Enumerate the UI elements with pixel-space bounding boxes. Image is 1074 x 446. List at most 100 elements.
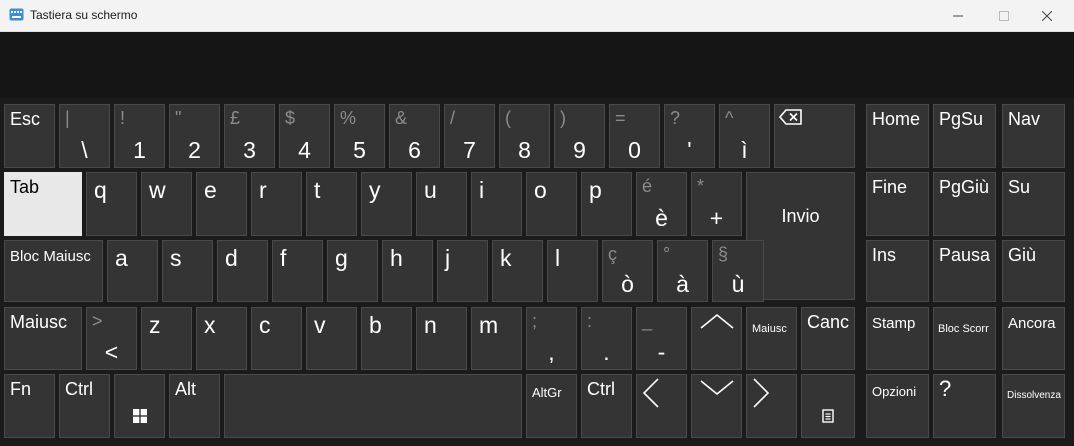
key-minus[interactable]: _ - [636, 307, 687, 370]
key-f[interactable]: f [272, 240, 323, 302]
maximize-button[interactable] [981, 0, 1027, 31]
key-v[interactable]: v [306, 307, 357, 370]
key-altgr[interactable]: AltGr [526, 374, 577, 438]
key-8[interactable]: ( 8 [499, 104, 550, 168]
key-tab[interactable]: Tab [4, 172, 82, 236]
key-9[interactable]: ) 9 [554, 104, 605, 168]
key-caps-lock[interactable]: Bloc Maiusc [4, 240, 103, 302]
key-s[interactable]: s [162, 240, 213, 302]
key-apostrophe[interactable]: ? ' [664, 104, 715, 168]
key-i-grave[interactable]: ^ ì [719, 104, 770, 168]
key-main-label: < [104, 339, 119, 365]
key-a[interactable]: a [107, 240, 158, 302]
key-6[interactable]: & 6 [389, 104, 440, 168]
key-nav-up[interactable]: Su [1002, 172, 1065, 236]
key-1[interactable]: ! 1 [114, 104, 165, 168]
key-2[interactable]: " 2 [169, 104, 220, 168]
key-main-label: , [548, 339, 555, 365]
key-k[interactable]: k [492, 240, 543, 302]
key-c[interactable]: c [251, 307, 302, 370]
key-e[interactable]: e [196, 172, 247, 236]
key-z[interactable]: z [141, 307, 192, 370]
key-period[interactable]: : . [581, 307, 632, 370]
close-icon [1042, 10, 1052, 21]
key-left-shift[interactable]: Maiusc [4, 307, 82, 370]
key-esc[interactable]: Esc [4, 104, 55, 168]
key-less-than[interactable]: > < [86, 307, 137, 370]
key-o-grave[interactable]: ç ò [602, 240, 653, 302]
key-label: r [259, 177, 267, 203]
key-left-ctrl[interactable]: Ctrl [59, 374, 110, 438]
close-button[interactable] [1024, 0, 1070, 31]
key-u-grave[interactable]: § ù [712, 240, 764, 302]
key-5[interactable]: % 5 [334, 104, 385, 168]
key-t[interactable]: t [306, 172, 357, 236]
key-label: z [149, 312, 161, 338]
key-pause[interactable]: Pausa [933, 240, 996, 302]
key-g[interactable]: g [327, 240, 378, 302]
key-shift-label: ° [663, 244, 671, 264]
key-right-ctrl[interactable]: Ctrl [581, 374, 632, 438]
key-end[interactable]: Fine [866, 172, 929, 236]
key-options[interactable]: Opzioni [866, 374, 929, 438]
key-right-shift[interactable]: Maiusc [746, 307, 797, 370]
key-windows[interactable] [114, 374, 165, 438]
key-p[interactable]: p [581, 172, 632, 236]
key-page-down[interactable]: PgGiù [933, 172, 996, 236]
key-b[interactable]: b [361, 307, 412, 370]
key-shift-label: ? [670, 108, 681, 128]
key-0[interactable]: = 0 [609, 104, 660, 168]
key-arrow-up[interactable] [691, 307, 742, 370]
key-page-up[interactable]: PgSu [933, 104, 996, 168]
key-plus[interactable]: * + [691, 172, 742, 236]
key-label: g [335, 245, 348, 271]
key-alt[interactable]: Alt [169, 374, 220, 438]
key-help[interactable]: ? [933, 374, 996, 438]
key-backslash[interactable]: | \ [59, 104, 110, 168]
key-print-screen[interactable]: Stamp [866, 307, 929, 370]
minimize-button[interactable] [935, 0, 981, 31]
key-label: Canc [807, 312, 850, 332]
key-space[interactable] [224, 374, 522, 438]
key-w[interactable]: w [141, 172, 192, 236]
key-context-menu[interactable] [801, 374, 855, 438]
key-7[interactable]: / 7 [444, 104, 495, 168]
key-x[interactable]: x [196, 307, 247, 370]
key-3[interactable]: £ 3 [224, 104, 275, 168]
key-e-grave[interactable]: é è [636, 172, 687, 236]
key-backspace[interactable] [774, 104, 855, 168]
key-home[interactable]: Home [866, 104, 929, 168]
key-r[interactable]: r [251, 172, 302, 236]
key-m[interactable]: m [471, 307, 522, 370]
key-fn[interactable]: Fn [4, 374, 55, 438]
key-scroll-lock[interactable]: Bloc Scorr [933, 307, 996, 370]
key-o[interactable]: o [526, 172, 577, 236]
key-main-label: 7 [463, 137, 476, 163]
key-label: Ins [872, 245, 897, 265]
key-arrow-right[interactable] [746, 374, 797, 438]
key-canc[interactable]: Canc [801, 307, 855, 370]
key-nav[interactable]: Nav [1002, 104, 1065, 168]
key-arrow-down[interactable] [691, 374, 742, 438]
key-comma[interactable]: ; , [526, 307, 577, 370]
key-label: Nav [1008, 109, 1041, 129]
key-l[interactable]: l [547, 240, 598, 302]
key-insert[interactable]: Ins [866, 240, 929, 302]
key-fade[interactable]: Dissolvenza [1002, 374, 1065, 438]
key-shift-label: ^ [725, 108, 734, 128]
key-u[interactable]: u [416, 172, 467, 236]
key-h[interactable]: h [382, 240, 433, 302]
key-i[interactable]: i [471, 172, 522, 236]
key-4[interactable]: $ 4 [279, 104, 330, 168]
key-y[interactable]: y [361, 172, 412, 236]
key-d[interactable]: d [217, 240, 268, 302]
key-arrow-left[interactable] [636, 374, 687, 438]
key-a-grave[interactable]: ° à [657, 240, 708, 302]
key-dock[interactable]: Ancora [1002, 307, 1065, 370]
key-q[interactable]: q [86, 172, 137, 236]
key-j[interactable]: j [437, 240, 488, 302]
key-shift-label: ) [560, 108, 566, 128]
key-main-label: + [709, 205, 724, 231]
key-n[interactable]: n [416, 307, 467, 370]
key-nav-down[interactable]: Giù [1002, 240, 1065, 302]
